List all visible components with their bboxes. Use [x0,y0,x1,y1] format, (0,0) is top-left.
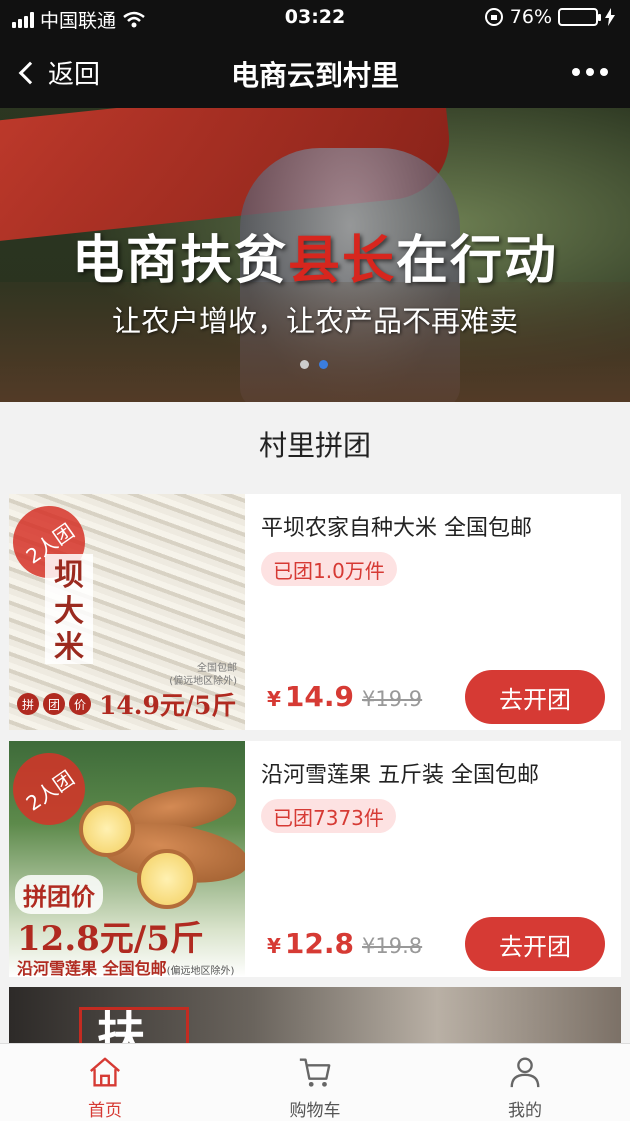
image-sub-text: 沿河雪莲果 全国包邮(偏远地区除外) [17,955,234,977]
pin-char: 价 [69,693,91,715]
carousel-indicator [300,360,328,369]
status-bar: 中国联通 03:22 76% [0,0,630,36]
image-price-text: 14.9元/5斤 [99,691,237,720]
image-shipping-line1: 全国包邮 [197,663,237,674]
tab-profile[interactable]: 我的 [420,1044,630,1121]
yacon-slice-graphic [137,849,197,909]
section-title: 村里拼团 [258,429,371,462]
status-right: 76% [484,6,616,28]
product-image-yacon[interactable]: 2人团 拼团价 12.8元/5斤 沿河雪莲果 全国包邮(偏远地区除外) [9,741,245,977]
current-price: ¥14.9 [267,680,354,713]
more-dots-icon [572,68,580,76]
current-price: ¥12.8 [267,927,354,960]
image-price-text: 12.8元/5斤 [17,919,204,959]
currency-symbol: ¥ [267,934,281,958]
cart-icon [299,1058,331,1087]
product-name[interactable]: 沿河雪莲果 五斤装 全国包邮 [261,757,539,789]
original-price: ¥19.9 [362,687,423,711]
rice-label: 坝大米 [45,554,93,665]
image-sub-main: 沿河雪莲果 全国包邮 [17,959,167,977]
tab-home[interactable]: 首页 [0,1044,210,1121]
price-row: ¥14.9 ¥19.9 [267,680,422,713]
orientation-lock-icon [484,8,503,26]
banner-title-part1: 电商扶贫 [71,230,288,291]
carousel-dot[interactable] [300,360,309,369]
product-image-rice[interactable]: 2人团 坝大米 全国包邮 (偏远地区除外) 拼 团 价 14.9元/5斤 [9,494,245,730]
tab-bar: 首页 购物车 我的 [0,1043,630,1121]
start-group-button[interactable]: 去开团 [465,917,605,971]
tab-label-cart: 购物车 [289,1101,341,1121]
product-card[interactable]: 2人团 拼团价 12.8元/5斤 沿河雪莲果 全国包邮(偏远地区除外) 沿河雪莲… [9,741,621,977]
tab-label-home: 首页 [88,1101,122,1121]
image-price-line: 拼 团 价 14.9元/5斤 [17,686,236,722]
price-row: ¥12.8 ¥19.8 [267,927,422,960]
pin-char: 拼 [17,693,39,715]
image-sub-small: (偏远地区除外) [166,966,235,977]
user-icon [510,1057,540,1088]
next-banner-card[interactable]: 扶 [9,987,621,1043]
pin-char: 团 [43,693,65,715]
tab-label-profile: 我的 [508,1101,542,1121]
sold-count-badge: 已团1.0万件 [261,552,397,586]
image-shipping-note: 全国包邮 (偏远地区除外) [169,662,237,688]
home-icon [90,1057,120,1087]
page-title: 电商云到村里 [230,59,399,92]
battery-icon [558,8,601,26]
charging-icon [605,8,615,26]
price-value: 14.9 [284,680,355,713]
banner-title-accent: 县长 [287,230,396,291]
sold-count-badge: 已团7373件 [261,799,396,833]
carousel-dot-active[interactable] [319,360,328,369]
nav-bar: 返回 电商云到村里 [0,36,630,108]
original-price: ¥19.8 [362,934,423,958]
start-group-button[interactable]: 去开团 [465,670,605,724]
next-card-glyph: 扶 [97,1007,146,1043]
tab-cart[interactable]: 购物车 [210,1044,420,1121]
banner-subtitle: 让农户增收，让农产品不再难卖 [111,304,518,338]
product-card[interactable]: 2人团 坝大米 全国包邮 (偏远地区除外) 拼 团 价 14.9元/5斤 平坝农… [9,494,621,730]
yacon-slice-graphic [79,801,135,857]
image-group-price-tag: 拼团价 [15,875,103,914]
price-value: 12.8 [284,927,355,960]
product-name[interactable]: 平坝农家自种大米 全国包邮 [261,510,532,542]
more-button[interactable] [572,68,608,76]
banner-title: 电商扶贫县长在行动 [0,218,630,293]
banner-title-part2: 在行动 [396,230,559,291]
battery-percent: 76% [509,6,552,28]
currency-symbol: ¥ [267,687,281,711]
